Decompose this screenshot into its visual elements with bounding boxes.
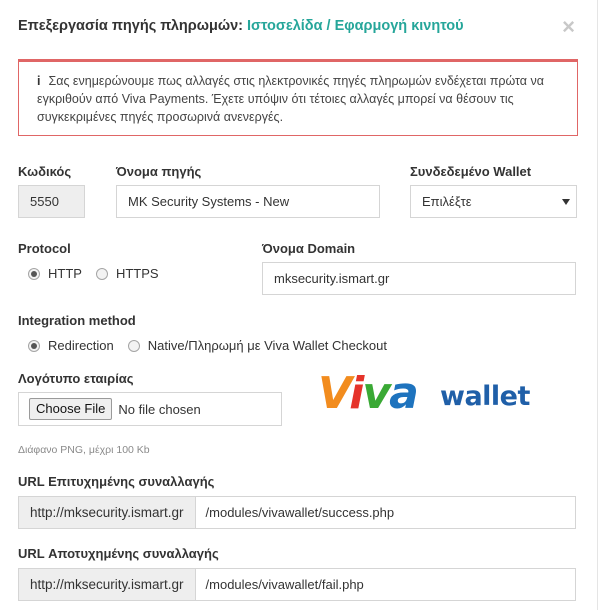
fail-url-label: URL Αποτυχημένης συναλλαγής [18, 546, 219, 561]
warning-alert: i Σας ενημερώνουμε πως αλλαγές στις ηλεκτ… [18, 59, 578, 136]
modal-header: Επεξεργασία πηγής πληρωμών: Ιστοσελίδα /… [18, 16, 579, 40]
domain-label: Όνομα Domain [262, 241, 356, 256]
protocol-radio-group: HTTP HTTPS [28, 266, 173, 281]
info-icon: i [37, 74, 41, 88]
source-name-label: Όνομα πηγής [116, 164, 202, 179]
protocol-option-https[interactable]: HTTPS [95, 266, 159, 281]
viva-logo-script: Viva [318, 368, 419, 419]
file-status-text: No file chosen [118, 401, 201, 417]
source-name-input[interactable]: MK Security Systems - New [116, 185, 380, 218]
alert-text: Σας ενημερώνουμε πως αλλαγές στις ηλεκτρ… [37, 74, 544, 124]
modal-title-prefix: Επεξεργασία πηγής πληρωμών: [18, 18, 243, 34]
protocol-option-label: HTTP [48, 266, 82, 281]
integration-option-label: Redirection [48, 338, 114, 353]
success-url-prefix: http://mksecurity.ismart.gr [18, 496, 196, 529]
wallet-logo-word: wallet [440, 381, 530, 412]
radio-checked-icon[interactable] [28, 267, 40, 280]
success-url-label: URL Επιτυχημένης συναλλαγής [18, 474, 215, 489]
fail-url-group: http://mksecurity.ismart.gr /modules/viv… [18, 568, 576, 601]
radio-unchecked-icon[interactable] [95, 267, 108, 280]
wallet-label: Συνδεδεμένο Wallet [410, 164, 532, 179]
integration-option-label: Native/Πληρωμή με Viva Wallet Checkout [147, 338, 387, 353]
modal-title-source-type: Ιστοσελίδα / Εφαρμογή κινητού [247, 18, 464, 34]
modal-title: Επεξεργασία πηγής πληρωμών: Ιστοσελίδα /… [18, 18, 579, 34]
company-logo-label: Λογότυπο εταιρίας [18, 371, 134, 386]
radio-checked-icon[interactable] [28, 339, 40, 352]
logo-file-input[interactable]: Choose File No file chosen [18, 392, 282, 426]
viva-wallet-logo: Viva wallet [318, 368, 530, 430]
fail-url-input[interactable]: /modules/vivawallet/fail.php [195, 568, 576, 601]
code-field: 5550 [18, 185, 85, 218]
integration-radio-group: Redirection Native/Πληρωμή με Viva Walle… [28, 338, 401, 353]
wallet-select[interactable]: Επιλέξτε [410, 185, 577, 218]
radio-unchecked-icon[interactable] [127, 339, 140, 352]
success-url-group: http://mksecurity.ismart.gr /modules/viv… [18, 496, 576, 529]
integration-option-native[interactable]: Native/Πληρωμή με Viva Wallet Checkout [127, 338, 387, 353]
logo-letter: V [318, 368, 351, 419]
logo-letter: a [389, 368, 419, 419]
protocol-label: Protocol [18, 241, 71, 256]
logo-hint: Διάφανο PNG, μέχρι 100 Kb [18, 444, 150, 456]
integration-option-redirection[interactable]: Redirection [28, 338, 114, 353]
domain-input[interactable]: mksecurity.ismart.gr [262, 262, 576, 295]
close-icon[interactable]: × [562, 16, 575, 38]
integration-method-label: Integration method [18, 313, 136, 328]
choose-file-button[interactable]: Choose File [29, 398, 113, 420]
fail-url-prefix: http://mksecurity.ismart.gr [18, 568, 196, 601]
code-label: Κωδικός [18, 164, 72, 179]
logo-letter: i [349, 368, 364, 419]
edit-payment-source-modal: Επεξεργασία πηγής πληρωμών: Ιστοσελίδα /… [0, 0, 598, 610]
logo-letter: v [362, 368, 391, 419]
success-url-input[interactable]: /modules/vivawallet/success.php [195, 496, 576, 529]
protocol-option-label: HTTPS [115, 266, 159, 281]
wallet-select-value: Επιλέξτε [422, 194, 472, 209]
protocol-option-http[interactable]: HTTP [28, 266, 82, 281]
